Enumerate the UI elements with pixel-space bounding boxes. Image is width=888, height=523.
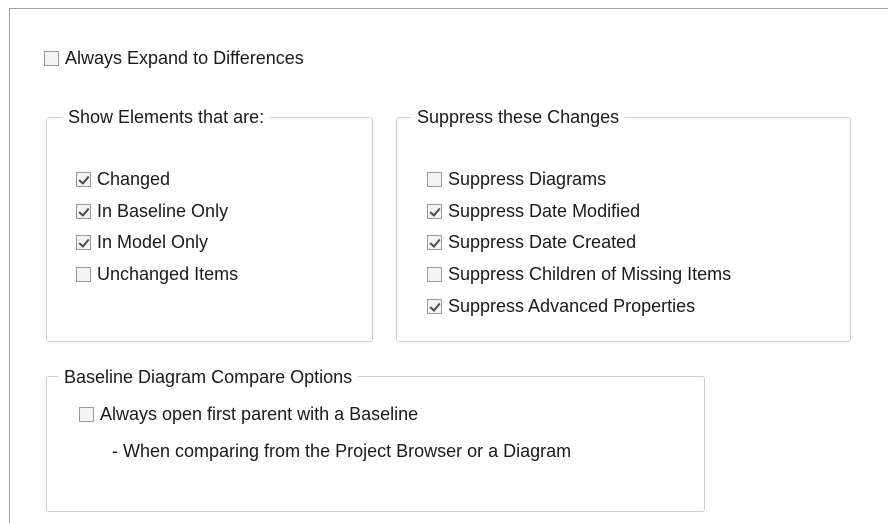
show-changed-label: Changed (97, 168, 171, 189)
show-changed-box[interactable] (76, 171, 91, 187)
suppress-date-modified-label: Suppress Date Modified (448, 200, 641, 221)
suppress-advanced-properties-checkbox[interactable]: Suppress Advanced Properties (427, 293, 695, 319)
always-expand-box[interactable] (44, 50, 59, 66)
show-model-only-checkbox[interactable]: In Model Only (76, 229, 208, 255)
suppress-advanced-properties-label: Suppress Advanced Properties (448, 295, 696, 316)
show-unchanged-box[interactable] (76, 266, 91, 282)
suppress-date-modified-box[interactable] (427, 203, 442, 219)
show-changed-checkbox[interactable]: Changed (76, 166, 170, 192)
show-unchanged-checkbox[interactable]: Unchanged Items (76, 261, 238, 287)
suppress-children-missing-checkbox[interactable]: Suppress Children of Missing Items (427, 261, 731, 287)
suppress-date-created-box[interactable] (427, 234, 442, 250)
show-unchanged-label: Unchanged Items (97, 263, 239, 284)
suppress-date-created-checkbox[interactable]: Suppress Date Created (427, 229, 636, 255)
suppress-diagrams-checkbox[interactable]: Suppress Diagrams (427, 166, 606, 192)
show-model-only-box[interactable] (76, 234, 91, 250)
suppress-diagrams-box[interactable] (427, 171, 442, 187)
compare-note: - When comparing from the Project Browse… (112, 441, 572, 461)
suppress-changes-legend: Suppress these Changes (411, 106, 626, 128)
show-baseline-only-label: In Baseline Only (97, 200, 229, 221)
suppress-children-missing-label: Suppress Children of Missing Items (448, 263, 732, 284)
always-expand-label: Always Expand to Differences (65, 47, 304, 68)
suppress-date-created-label: Suppress Date Created (448, 231, 637, 252)
diagram-options-legend: Baseline Diagram Compare Options (58, 366, 359, 388)
always-open-parent-label: Always open first parent with a Baseline (100, 403, 419, 424)
suppress-date-modified-checkbox[interactable]: Suppress Date Modified (427, 198, 640, 224)
always-open-parent-checkbox[interactable]: Always open first parent with a Baseline (79, 401, 418, 427)
show-baseline-only-box[interactable] (76, 203, 91, 219)
show-elements-legend: Show Elements that are: (62, 106, 271, 128)
always-expand-checkbox[interactable]: Always Expand to Differences (44, 45, 304, 71)
always-open-parent-box[interactable] (79, 406, 94, 422)
suppress-children-missing-box[interactable] (427, 266, 442, 282)
suppress-diagrams-label: Suppress Diagrams (448, 168, 607, 189)
show-baseline-only-checkbox[interactable]: In Baseline Only (76, 198, 228, 224)
suppress-advanced-properties-box[interactable] (427, 298, 442, 314)
show-model-only-label: In Model Only (97, 231, 209, 252)
